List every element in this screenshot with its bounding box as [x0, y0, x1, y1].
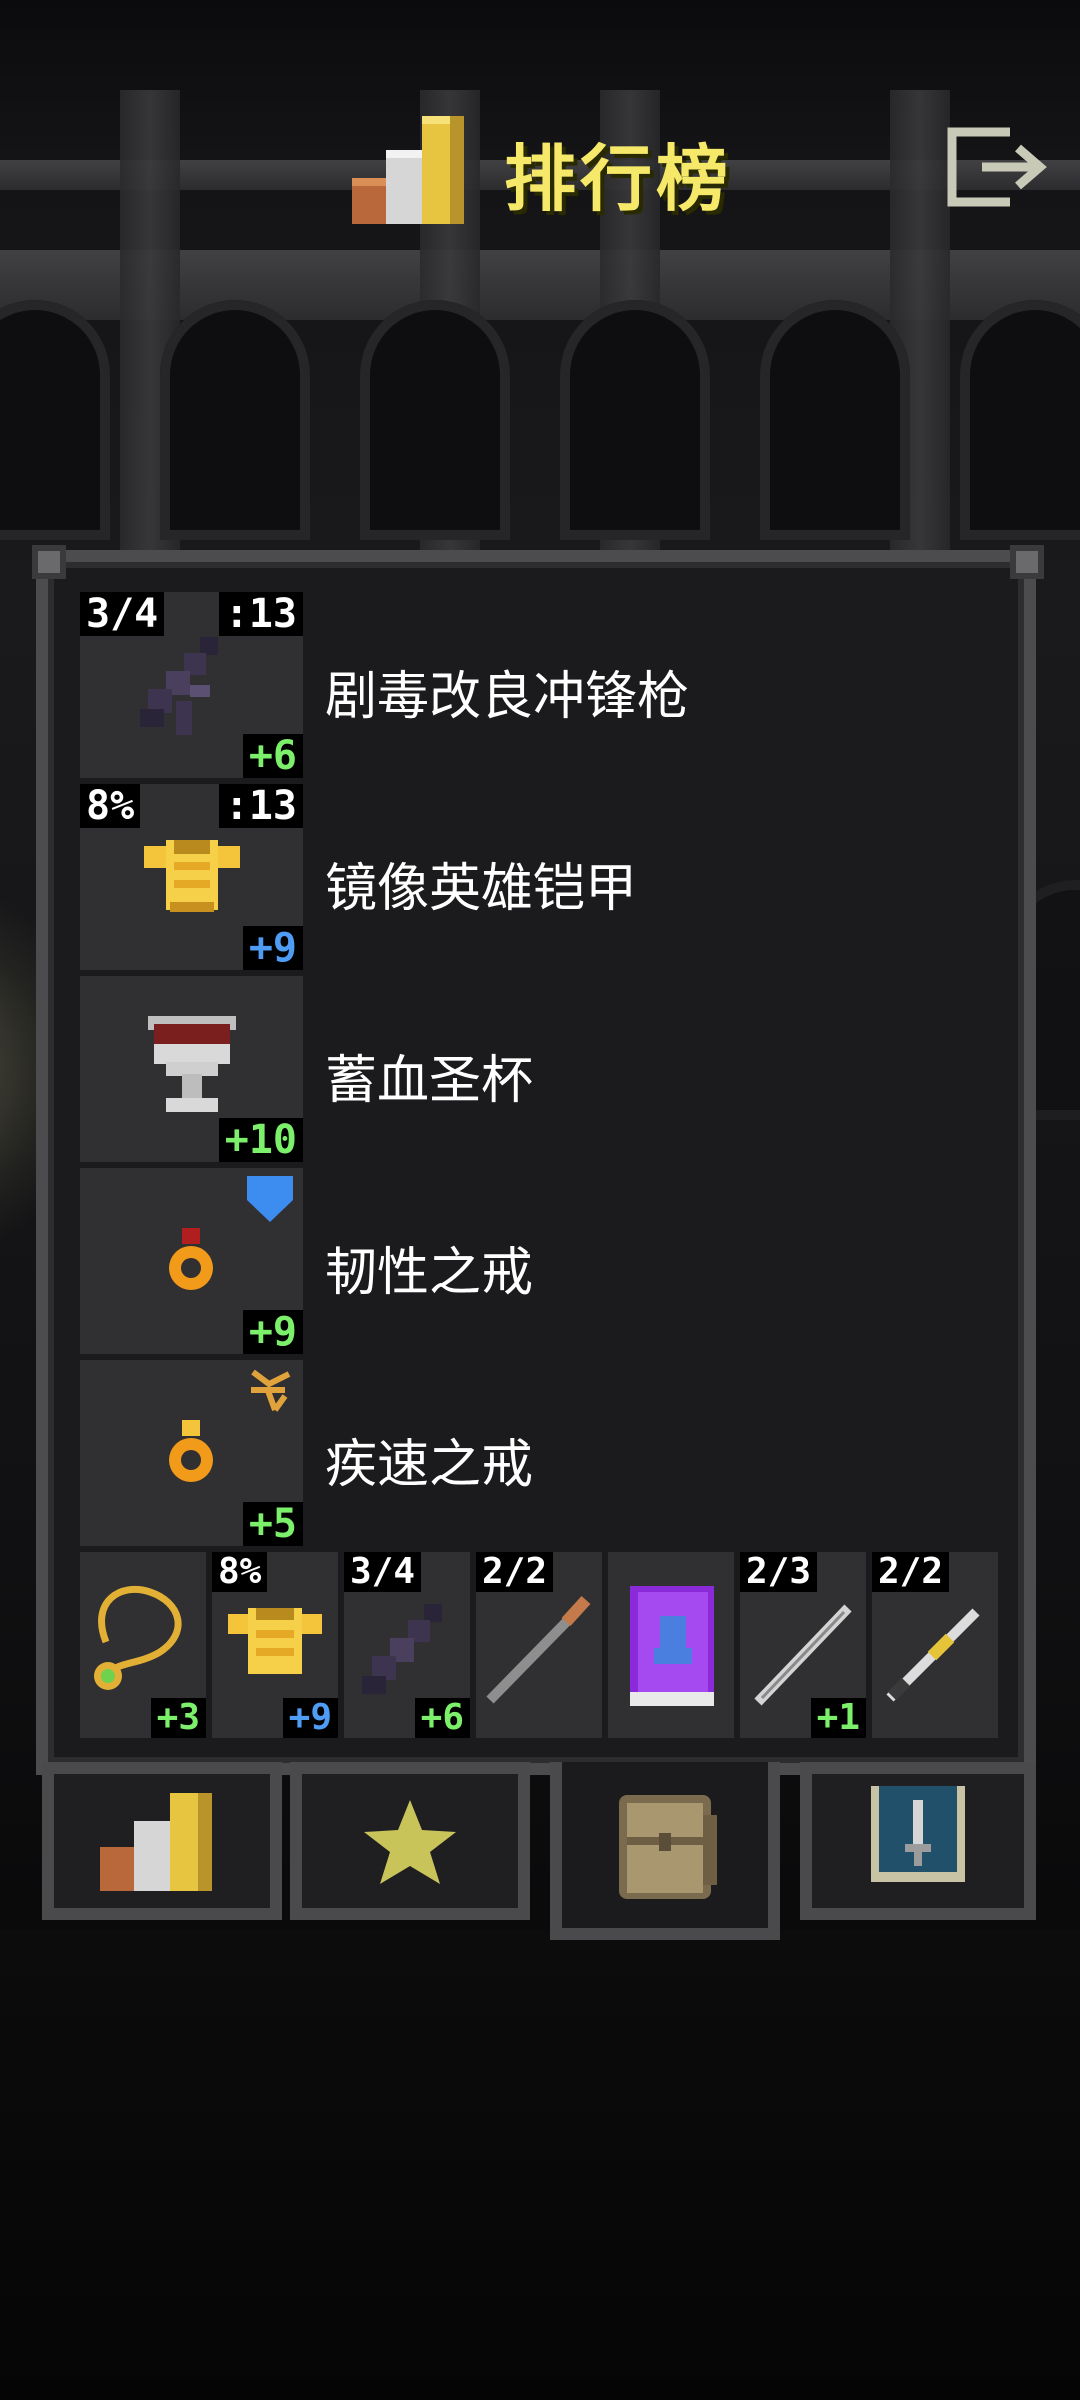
item-name: 韧性之戒 — [325, 1243, 534, 1303]
equipment-slot[interactable]: 2/2 — [872, 1552, 998, 1738]
item-ammo: 3/4 — [80, 592, 165, 636]
spellbook-icon — [630, 1586, 714, 1706]
haste-icon — [251, 1369, 291, 1412]
item-name: 疾速之戒 — [325, 1435, 534, 1495]
background-arch — [360, 300, 510, 540]
item-name: 蓄血圣杯 — [325, 1051, 534, 1111]
item-level: +9 — [242, 926, 303, 970]
shield-icon — [247, 1176, 293, 1222]
equipment-slot[interactable]: 2/3 +1 — [740, 1552, 866, 1738]
slot-level: +1 — [810, 1698, 866, 1738]
list-item[interactable]: +10 蓄血圣杯 — [80, 976, 1000, 1162]
slot-ammo: 2/2 — [872, 1552, 950, 1592]
equipment-slot[interactable]: 8% +9 — [212, 1552, 338, 1738]
equipment-slot[interactable]: 2/2 — [476, 1552, 602, 1738]
background-arch — [560, 300, 710, 540]
item-durability: :13 — [218, 784, 303, 828]
list-item[interactable]: +5 疾速之戒 — [80, 1360, 1000, 1546]
equipment-slot[interactable]: 3/4 +6 — [344, 1552, 470, 1738]
item-name: 剧毒改良冲锋枪 — [325, 667, 690, 727]
list-item[interactable]: +9 韧性之戒 — [80, 1168, 1000, 1354]
slot-stat: 8% — [212, 1552, 268, 1592]
slot-level: +6 — [414, 1698, 470, 1738]
item-slot: +5 — [80, 1360, 303, 1546]
item-durability: :13 — [218, 592, 303, 636]
panel-corner — [32, 545, 66, 579]
background-arch — [760, 300, 910, 540]
item-slot: 3/4 :13 +6 — [80, 592, 303, 778]
tab-backpack[interactable] — [550, 1762, 780, 1940]
item-name: 镜像英雄铠甲 — [325, 859, 638, 919]
item-slot: +9 — [80, 1168, 303, 1354]
list-item[interactable]: 3/4 :13 +6 剧毒改良冲锋枪 — [80, 592, 1000, 778]
background-arch — [160, 300, 310, 540]
item-stat: 8% — [80, 784, 141, 828]
equipment-bar: +3 8% +9 3/4 +6 2/2 2/3 +1 2/2 — [80, 1552, 1000, 1738]
slot-ammo: 2/2 — [476, 1552, 554, 1592]
podium-icon — [352, 110, 472, 230]
tab-favorites[interactable] — [290, 1762, 530, 1920]
item-level: +6 — [242, 734, 303, 778]
slot-ammo: 3/4 — [344, 1552, 422, 1592]
item-level: +10 — [218, 1118, 303, 1162]
item-slot: +10 — [80, 976, 303, 1162]
list-item[interactable]: 8% :13 +9 镜像英雄铠甲 — [80, 784, 1000, 970]
panel-corner — [1010, 545, 1044, 579]
slot-level: +9 — [282, 1698, 338, 1738]
item-slot: 8% :13 +9 — [80, 784, 303, 970]
slot-level: +3 — [150, 1698, 206, 1738]
tab-equipment[interactable] — [800, 1762, 1036, 1920]
background-floor — [0, 1930, 1080, 2400]
exit-icon — [947, 127, 1047, 207]
exit-button[interactable] — [944, 122, 1054, 212]
item-level: +9 — [242, 1310, 303, 1354]
page-title: 排行榜 — [504, 137, 733, 221]
sword-badge-icon — [871, 1786, 965, 1882]
background-arch — [960, 300, 1080, 540]
item-level: +5 — [242, 1502, 303, 1546]
podium-icon — [100, 1793, 212, 1891]
slot-ammo: 2/3 — [740, 1552, 818, 1592]
equipment-slot[interactable] — [608, 1552, 734, 1738]
tab-rankings[interactable] — [42, 1762, 282, 1920]
background-arch — [0, 300, 110, 540]
star-icon — [364, 1800, 456, 1884]
equipment-slot[interactable]: +3 — [80, 1552, 206, 1738]
backpack-icon — [619, 1795, 717, 1899]
